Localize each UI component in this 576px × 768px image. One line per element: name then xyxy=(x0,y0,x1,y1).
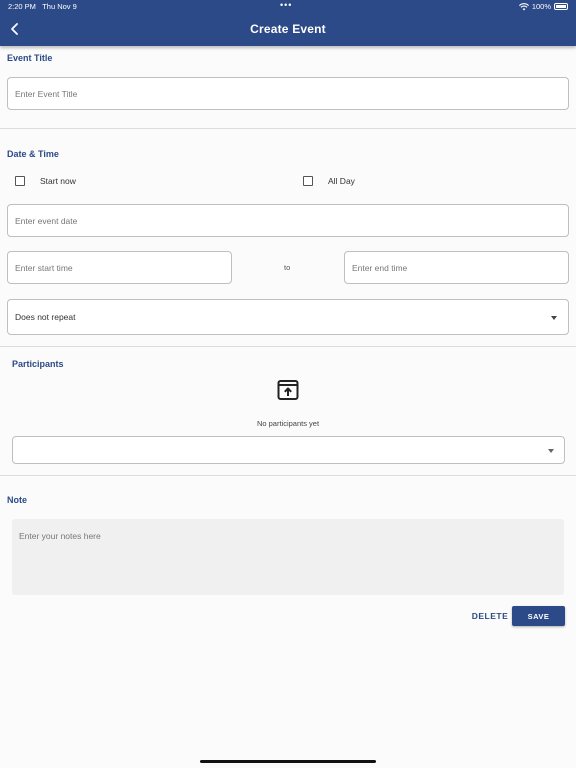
repeat-select[interactable]: Does not repeat xyxy=(7,299,569,335)
home-indicator[interactable] xyxy=(200,760,376,763)
all-day-option[interactable]: All Day xyxy=(303,176,355,186)
delete-button[interactable]: DELETE xyxy=(468,606,512,626)
event-title-input[interactable]: Enter Event Title xyxy=(7,77,569,110)
date-time-label: Date & Time xyxy=(7,149,59,159)
note-label: Note xyxy=(7,495,27,505)
start-now-checkbox[interactable] xyxy=(15,176,25,186)
all-day-label: All Day xyxy=(328,176,355,186)
top-bar: 2:20 PM Thu Nov 9 ••• 100% Create Event xyxy=(0,0,576,46)
page-title: Create Event xyxy=(250,22,326,36)
start-now-label: Start now xyxy=(40,176,76,186)
divider xyxy=(0,346,576,347)
archive-upload-icon xyxy=(277,380,299,400)
status-time: 2:20 PM Thu Nov 9 xyxy=(8,2,77,11)
multitasking-dots[interactable]: ••• xyxy=(280,0,292,10)
participants-label: Participants xyxy=(12,359,64,369)
divider xyxy=(0,475,576,476)
start-now-option[interactable]: Start now xyxy=(15,176,76,186)
battery-percent: 100% xyxy=(531,2,551,11)
status-right: 100% xyxy=(518,2,568,11)
participants-select[interactable] xyxy=(12,436,565,464)
create-event-screen: 2:20 PM Thu Nov 9 ••• 100% Create Event … xyxy=(0,0,576,768)
divider xyxy=(0,128,576,129)
repeat-select-value: Does not repeat xyxy=(15,312,76,322)
status-date-value: Thu Nov 9 xyxy=(42,2,77,11)
event-date-input[interactable]: Enter event date xyxy=(7,204,569,237)
to-label: to xyxy=(284,263,291,272)
dropdown-arrow-icon xyxy=(548,449,554,453)
wifi-icon xyxy=(518,2,529,10)
notes-textarea[interactable]: Enter your notes here xyxy=(12,519,564,595)
start-time-input[interactable]: Enter start time xyxy=(7,251,232,284)
no-participants-text: No participants yet xyxy=(256,419,320,428)
save-button[interactable]: SAVE xyxy=(512,606,565,626)
dropdown-arrow-icon xyxy=(551,316,557,320)
end-time-input[interactable]: Enter end time xyxy=(344,251,569,284)
event-title-label: Event Title xyxy=(7,53,53,63)
all-day-checkbox[interactable] xyxy=(303,176,313,186)
battery-icon xyxy=(554,3,568,10)
status-time-value: 2:20 PM xyxy=(8,2,36,11)
